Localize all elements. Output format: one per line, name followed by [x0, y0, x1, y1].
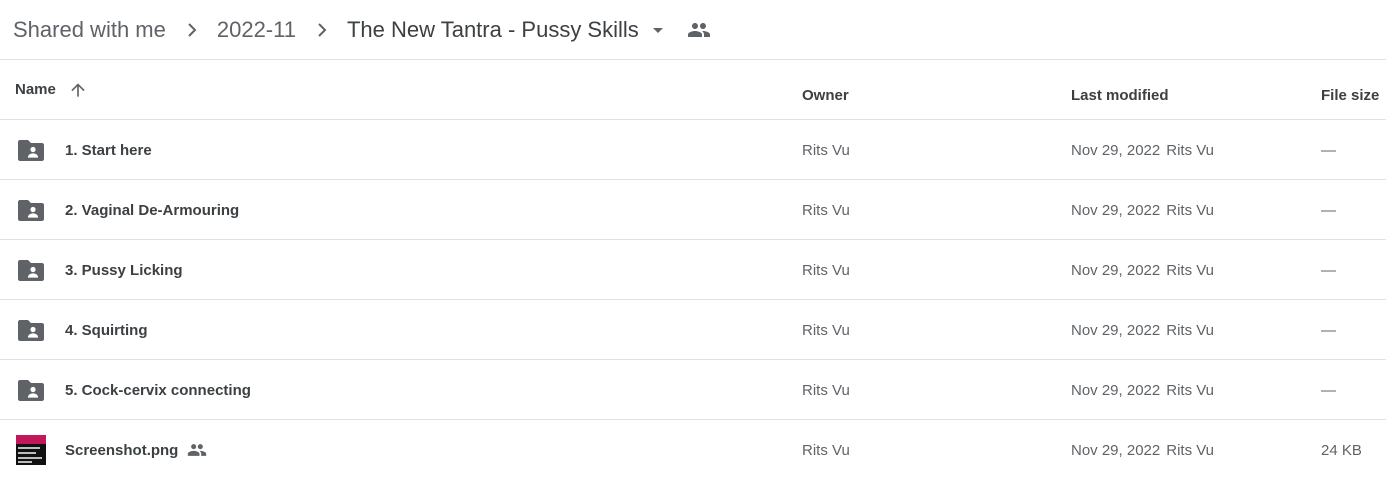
- file-last-modified: Nov 29, 2022 Rits Vu: [1071, 300, 1214, 360]
- modified-by: Rits Vu: [1166, 441, 1215, 459]
- file-size: —: [1321, 381, 1336, 399]
- file-owner: Rits Vu: [802, 141, 850, 159]
- chevron-right-icon: [180, 18, 204, 42]
- file-row[interactable]: Screenshot.png Rits Vu Nov 29, 2022 Rits …: [0, 420, 1386, 477]
- column-header-owner[interactable]: Owner: [802, 60, 849, 120]
- column-header-last-modified[interactable]: Last modified: [1071, 60, 1169, 120]
- file-owner: Rits Vu: [802, 261, 850, 279]
- column-header-file-size[interactable]: File size: [1321, 60, 1379, 120]
- file-row[interactable]: 1. Start here Rits Vu Nov 29, 2022 Rits V…: [0, 120, 1386, 180]
- file-name[interactable]: 5. Cock-cervix connecting: [65, 360, 251, 420]
- column-header-row: Name Owner Last modified File size: [0, 60, 1386, 120]
- breadcrumb-shared-with-me[interactable]: Shared with me: [13, 16, 166, 44]
- people-icon: [187, 440, 207, 460]
- file-name-text: Screenshot.png: [65, 441, 179, 459]
- column-header-name[interactable]: Name: [15, 60, 88, 120]
- people-icon[interactable]: [687, 18, 711, 42]
- file-owner: Rits Vu: [802, 201, 850, 219]
- breadcrumb-current-folder[interactable]: The New Tantra - Pussy Skills: [347, 16, 639, 44]
- image-thumbnail: [15, 420, 47, 477]
- file-last-modified: Nov 29, 2022 Rits Vu: [1071, 240, 1214, 300]
- modified-date: Nov 29, 2022: [1071, 381, 1161, 399]
- file-name-text: 3. Pussy Licking: [65, 261, 183, 279]
- file-row[interactable]: 5. Cock-cervix connecting Rits Vu Nov 29…: [0, 360, 1386, 420]
- modified-by: Rits Vu: [1166, 141, 1215, 159]
- modified-by: Rits Vu: [1166, 261, 1215, 279]
- file-name[interactable]: 2. Vaginal De-Armouring: [65, 180, 239, 240]
- modified-date: Nov 29, 2022: [1071, 141, 1161, 159]
- file-last-modified: Nov 29, 2022 Rits Vu: [1071, 120, 1214, 180]
- file-last-modified: Nov 29, 2022 Rits Vu: [1071, 360, 1214, 420]
- file-owner: Rits Vu: [802, 321, 850, 339]
- shared-folder-icon: [15, 360, 47, 420]
- file-size: —: [1321, 321, 1336, 339]
- file-size: —: [1321, 141, 1336, 159]
- file-row[interactable]: 2. Vaginal De-Armouring Rits Vu Nov 29, …: [0, 180, 1386, 240]
- file-last-modified: Nov 29, 2022 Rits Vu: [1071, 180, 1214, 240]
- file-row[interactable]: 4. Squirting Rits Vu Nov 29, 2022 Rits Vu…: [0, 300, 1386, 360]
- file-owner: Rits Vu: [802, 441, 850, 459]
- file-owner: Rits Vu: [802, 381, 850, 399]
- file-name-text: 5. Cock-cervix connecting: [65, 381, 251, 399]
- arrow-upward-icon[interactable]: [68, 80, 88, 100]
- file-name[interactable]: 4. Squirting: [65, 300, 148, 360]
- file-size: —: [1321, 201, 1336, 219]
- file-last-modified: Nov 29, 2022 Rits Vu: [1071, 420, 1214, 477]
- file-name-text: 4. Squirting: [65, 321, 148, 339]
- shared-folder-icon: [15, 120, 47, 180]
- file-size: —: [1321, 261, 1336, 279]
- arrow-drop-down-icon[interactable]: [646, 18, 670, 42]
- file-name[interactable]: 3. Pussy Licking: [65, 240, 183, 300]
- breadcrumb-2022-11[interactable]: 2022-11: [217, 16, 296, 44]
- file-name-text: 2. Vaginal De-Armouring: [65, 201, 240, 219]
- modified-date: Nov 29, 2022: [1071, 321, 1161, 339]
- chevron-right-icon: [310, 18, 334, 42]
- file-list: 1. Start here Rits Vu Nov 29, 2022 Rits V…: [0, 120, 1386, 477]
- file-name-text: 1. Start here: [65, 141, 152, 159]
- shared-folder-icon: [15, 300, 47, 360]
- file-row[interactable]: 3. Pussy Licking Rits Vu Nov 29, 2022 Rit…: [0, 240, 1386, 300]
- file-size: 24 KB: [1321, 441, 1362, 459]
- modified-date: Nov 29, 2022: [1071, 201, 1161, 219]
- modified-by: Rits Vu: [1166, 201, 1215, 219]
- shared-folder-icon: [15, 240, 47, 300]
- breadcrumb-bar: Shared with me 2022-11 The New Tantra - …: [0, 0, 1386, 60]
- shared-folder-icon: [15, 180, 47, 240]
- modified-by: Rits Vu: [1166, 381, 1215, 399]
- modified-date: Nov 29, 2022: [1071, 441, 1161, 459]
- modified-by: Rits Vu: [1166, 321, 1215, 339]
- column-header-name-label: Name: [15, 81, 56, 98]
- file-name[interactable]: 1. Start here: [65, 120, 152, 180]
- modified-date: Nov 29, 2022: [1071, 261, 1161, 279]
- file-name[interactable]: Screenshot.png: [65, 420, 207, 477]
